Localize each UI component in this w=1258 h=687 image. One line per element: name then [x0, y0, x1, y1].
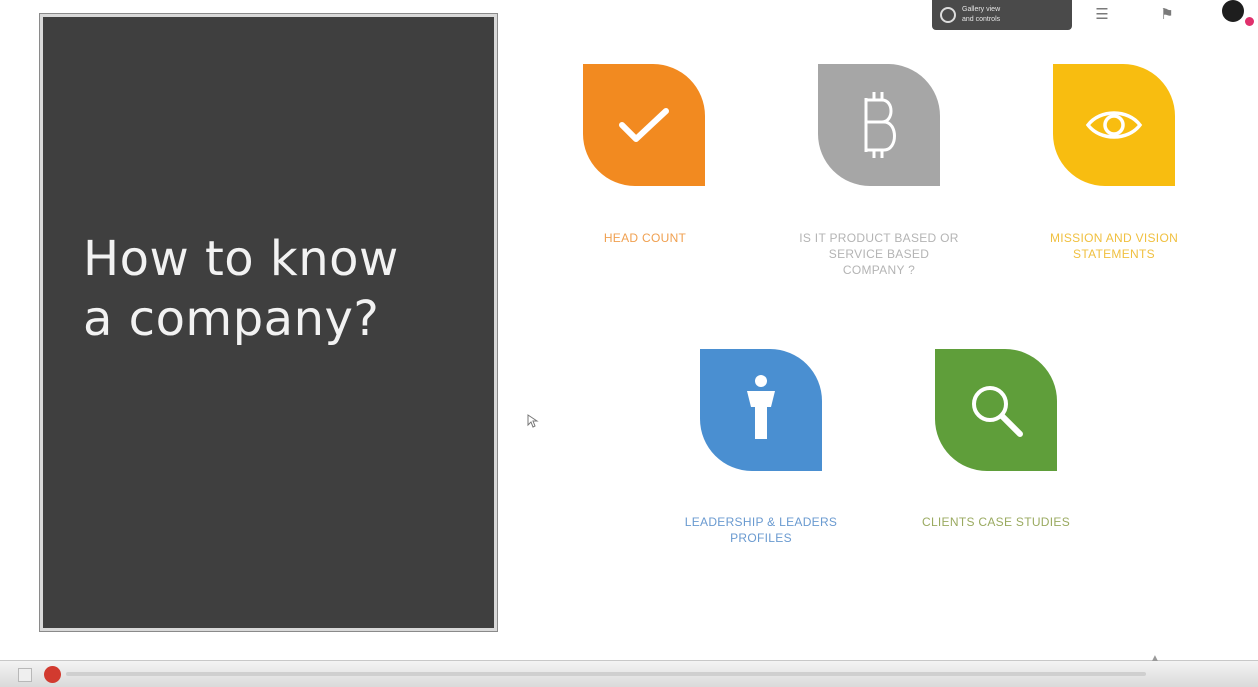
head-count-caption: HEAD COUNT	[560, 230, 730, 246]
status-dot	[1245, 17, 1254, 26]
volume-icon[interactable]: ▲	[1150, 653, 1166, 665]
mouse-cursor-icon	[527, 414, 539, 428]
case-studies-caption: CLIENTS CASE STUDIES	[896, 514, 1096, 530]
progress-track[interactable]	[66, 672, 1146, 676]
layout-button[interactable]: ☰	[1089, 2, 1115, 26]
view-controls-label-2: and controls	[962, 16, 1001, 23]
layout-icon: ☰	[1095, 6, 1109, 23]
caption-line: CLIENTS CASE STUDIES	[921, 515, 1071, 529]
head-count-tile[interactable]	[583, 64, 705, 186]
product-service-caption: IS IT PRODUCT BASED OR SERVICE BASED COM…	[765, 230, 993, 278]
slide-title-line-2: a company?	[83, 291, 380, 347]
leadership-caption: LEADERSHIP & LEADERS PROFILES	[650, 514, 872, 546]
slide-title: How to know a company?	[83, 229, 483, 349]
person-icon	[747, 375, 775, 439]
caption-line: MISSION AND VISION	[1049, 231, 1179, 245]
view-controls-label-1: Gallery view	[962, 6, 1001, 13]
flag-button[interactable]: ⚑	[1154, 2, 1180, 26]
mission-vision-tile[interactable]	[1053, 64, 1175, 186]
product-service-tile[interactable]	[818, 64, 940, 186]
caption-line: PROFILES	[730, 531, 792, 545]
slide-title-line-1: How to know	[83, 231, 399, 287]
leadership-tile[interactable]	[700, 349, 822, 471]
caption-line: IS IT PRODUCT BASED OR	[799, 231, 959, 245]
magnifier-icon	[972, 386, 1023, 437]
caption-line: STATEMENTS	[1073, 247, 1155, 261]
phone-icon	[940, 7, 956, 23]
checkmark-icon	[619, 108, 669, 142]
caption-line: HEAD COUNT	[603, 231, 687, 245]
case-studies-tile[interactable]	[935, 349, 1057, 471]
view-controls-button[interactable]: Gallery view and controls	[932, 0, 1072, 30]
eye-icon	[1085, 111, 1143, 139]
slide-title-panel: How to know a company?	[39, 13, 498, 632]
caption-line: SERVICE BASED	[828, 247, 930, 261]
caption-line: COMPANY ?	[842, 263, 916, 277]
stop-button[interactable]	[18, 668, 32, 682]
flag-icon: ⚑	[1160, 6, 1174, 23]
bitcoin-icon	[864, 92, 896, 158]
meeting-toolbar: Gallery view and controls ☰ ⚑	[932, 0, 1258, 30]
avatar[interactable]	[1222, 0, 1244, 22]
mission-vision-caption: MISSION AND VISION STATEMENTS	[1015, 230, 1213, 262]
player-control-bar: ▲	[0, 653, 1258, 687]
caption-line: LEADERSHIP & LEADERS	[684, 515, 838, 529]
record-button[interactable]	[44, 666, 61, 683]
